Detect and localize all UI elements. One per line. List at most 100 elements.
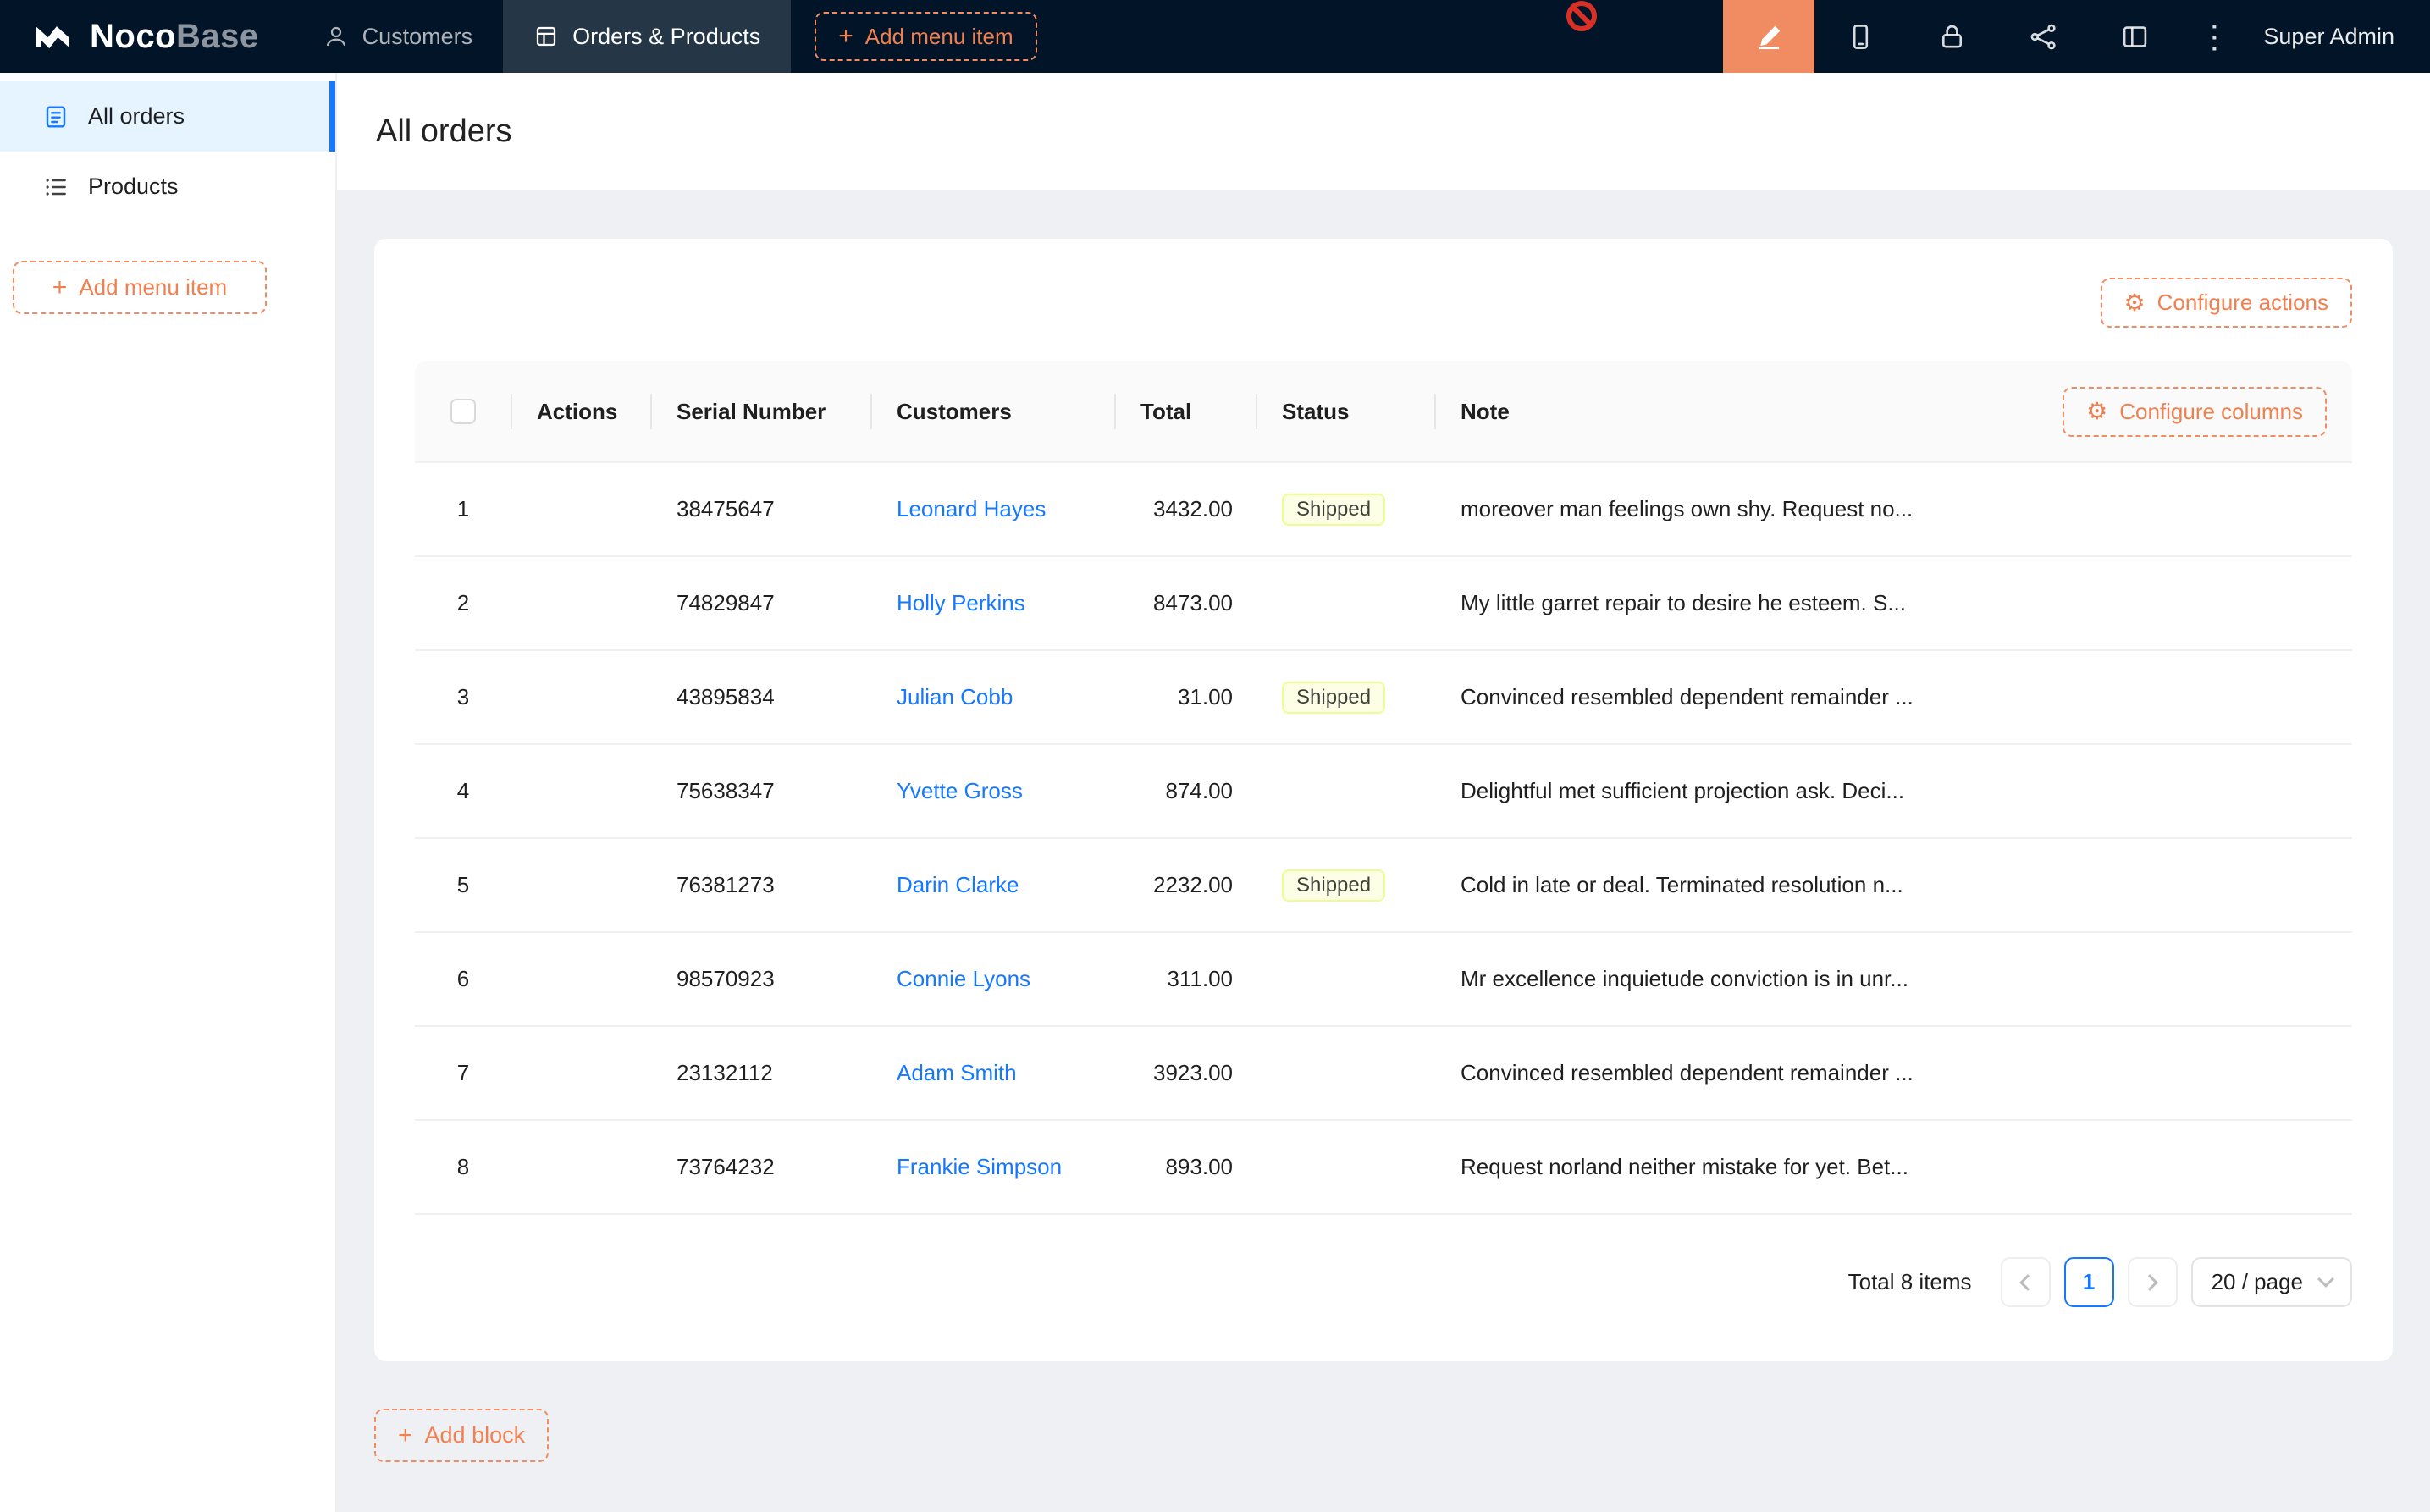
customer-link[interactable]: Julian Cobb [897,684,1013,709]
row-serial-number: 23132112 [651,1060,871,1086]
customer-link[interactable]: Frankie Simpson [897,1154,1062,1179]
header-note[interactable]: Note [1435,361,1984,461]
row-total: 3923.00 [1115,1060,1256,1086]
header-checkbox-cell [415,361,511,461]
table-row: 1 38475647 Leonard Hayes 3432.00 Shipped… [415,463,2352,557]
mobile-view-button[interactable] [1814,0,1906,73]
header-status[interactable]: Status [1256,361,1435,461]
row-note: Delightful met sufficient projection ask… [1435,778,1984,804]
configure-columns-button[interactable]: ⚙ Configure columns [2063,387,2327,437]
navbar-add-menu-item-button[interactable]: + Add menu item [815,12,1036,61]
row-note: Cold in late or deal. Terminated resolut… [1435,872,1984,898]
header-configure-cell: ⚙ Configure columns [1984,361,2352,461]
main-content: All orders ⚙ Configure actions Actions [337,73,2430,1512]
row-note: Mr excellence inquietude conviction is i… [1435,966,1984,992]
chevron-left-icon [2019,1274,2036,1291]
header-total[interactable]: Total [1115,361,1256,461]
row-index: 8 [415,1154,511,1180]
customer-link[interactable]: Darin Clarke [897,872,1019,897]
table-row: 4 75638347 Yvette Gross 874.00 Delightfu… [415,745,2352,839]
row-index: 1 [415,496,511,522]
sidebar-add-menu-item-button[interactable]: + Add menu item [13,261,267,314]
status-badge: Shipped [1282,494,1385,526]
row-index: 2 [415,590,511,616]
row-index: 6 [415,966,511,992]
pagination-next-button[interactable] [2128,1257,2178,1307]
ellipsis-vertical-icon: ⋮ [2198,18,2230,56]
sidebar-item-label: Products [88,174,179,200]
pagination: Total 8 items 1 20 / page [415,1257,2352,1307]
orders-table: Actions Serial Number Customers Total St… [415,361,2352,1215]
pagination-prev-button[interactable] [2001,1257,2051,1307]
customer-link[interactable]: Adam Smith [897,1060,1017,1085]
lock-icon [1937,22,1967,52]
row-index: 7 [415,1060,511,1086]
cursor-not-allowed-icon [1566,1,1597,31]
customer-link[interactable]: Leonard Hayes [897,496,1046,521]
sidebar-item-label: All orders [88,103,185,130]
row-note: Convinced resembled dependent remainder … [1435,1060,1984,1086]
configure-actions-button[interactable]: ⚙ Configure actions [2101,278,2352,328]
nav-item-customers[interactable]: Customers [293,0,504,73]
nocobase-logo[interactable]: NocoBase [0,0,293,73]
page-size-select[interactable]: 20 / page [2191,1257,2352,1307]
table-row: 2 74829847 Holly Perkins 8473.00 My litt… [415,557,2352,651]
header-actions[interactable]: Actions [511,361,651,461]
highlighter-pen-icon [1754,22,1784,52]
add-block-area: + Add block [374,1409,2393,1462]
chevron-down-icon [2317,1271,2334,1288]
nav-item-label: Customers [362,24,473,50]
chevron-right-icon [2141,1274,2158,1291]
api-share-button[interactable] [1997,0,2089,73]
orders-table-block: ⚙ Configure actions Actions Serial Numbe… [374,239,2393,1361]
row-total: 2232.00 [1115,872,1256,898]
user-icon [323,24,349,49]
row-note: Request norland neither mistake for yet.… [1435,1154,1984,1180]
user-menu[interactable]: Super Admin [2248,0,2430,73]
row-serial-number: 75638347 [651,778,871,804]
row-note: moreover man feelings own shy. Request n… [1435,496,1984,522]
table-header-row: Actions Serial Number Customers Total St… [415,361,2352,463]
table-row: 3 43895834 Julian Cobb 31.00 Shipped Con… [415,651,2352,745]
status-badge: Shipped [1282,682,1385,714]
table-row: 7 23132112 Adam Smith 3923.00 Convinced … [415,1027,2352,1121]
pagination-total: Total 8 items [1848,1269,1972,1295]
top-navbar: NocoBase Customers Orders & Products + A… [0,0,2430,73]
list-icon [42,174,69,201]
row-serial-number: 38475647 [651,496,871,522]
sidebar: All orders Products + Add menu item [0,73,337,1512]
add-block-button[interactable]: + Add block [374,1409,549,1462]
page-header: All orders [337,73,2430,190]
more-menu-button[interactable]: ⋮ [2180,0,2248,73]
sidebar-item-products[interactable]: Products [0,152,335,222]
nav-item-orders-products[interactable]: Orders & Products [503,0,791,73]
logo-text: NocoBase [90,18,259,56]
customer-link[interactable]: Yvette Gross [897,778,1023,803]
row-serial-number: 98570923 [651,966,871,992]
access-control-button[interactable] [1906,0,1997,73]
layout-button[interactable] [2089,0,2180,73]
row-total: 311.00 [1115,966,1256,992]
plus-icon: + [398,1423,413,1449]
customer-link[interactable]: Holly Perkins [897,590,1025,615]
navbar-right-actions: ⋮ Super Admin [1723,0,2430,73]
row-serial-number: 73764232 [651,1154,871,1180]
select-all-checkbox[interactable] [450,399,476,424]
row-serial-number: 43895834 [651,684,871,710]
plus-icon: + [52,275,68,301]
page-title: All orders [376,113,512,150]
row-index: 4 [415,778,511,804]
layout-icon [2120,22,2150,52]
header-serial-number[interactable]: Serial Number [651,361,871,461]
customer-link[interactable]: Connie Lyons [897,966,1030,991]
table-body: 1 38475647 Leonard Hayes 3432.00 Shipped… [415,463,2352,1215]
gear-icon: ⚙ [2086,400,2107,423]
row-serial-number: 76381273 [651,872,871,898]
header-customers[interactable]: Customers [871,361,1115,461]
ui-editor-button[interactable] [1723,0,1814,73]
pagination-page-1[interactable]: 1 [2064,1257,2114,1307]
sidebar-item-all-orders[interactable]: All orders [0,81,335,152]
user-name: Super Admin [2263,24,2394,50]
gear-icon: ⚙ [2124,291,2146,315]
row-note: My little garret repair to desire he est… [1435,590,1984,616]
